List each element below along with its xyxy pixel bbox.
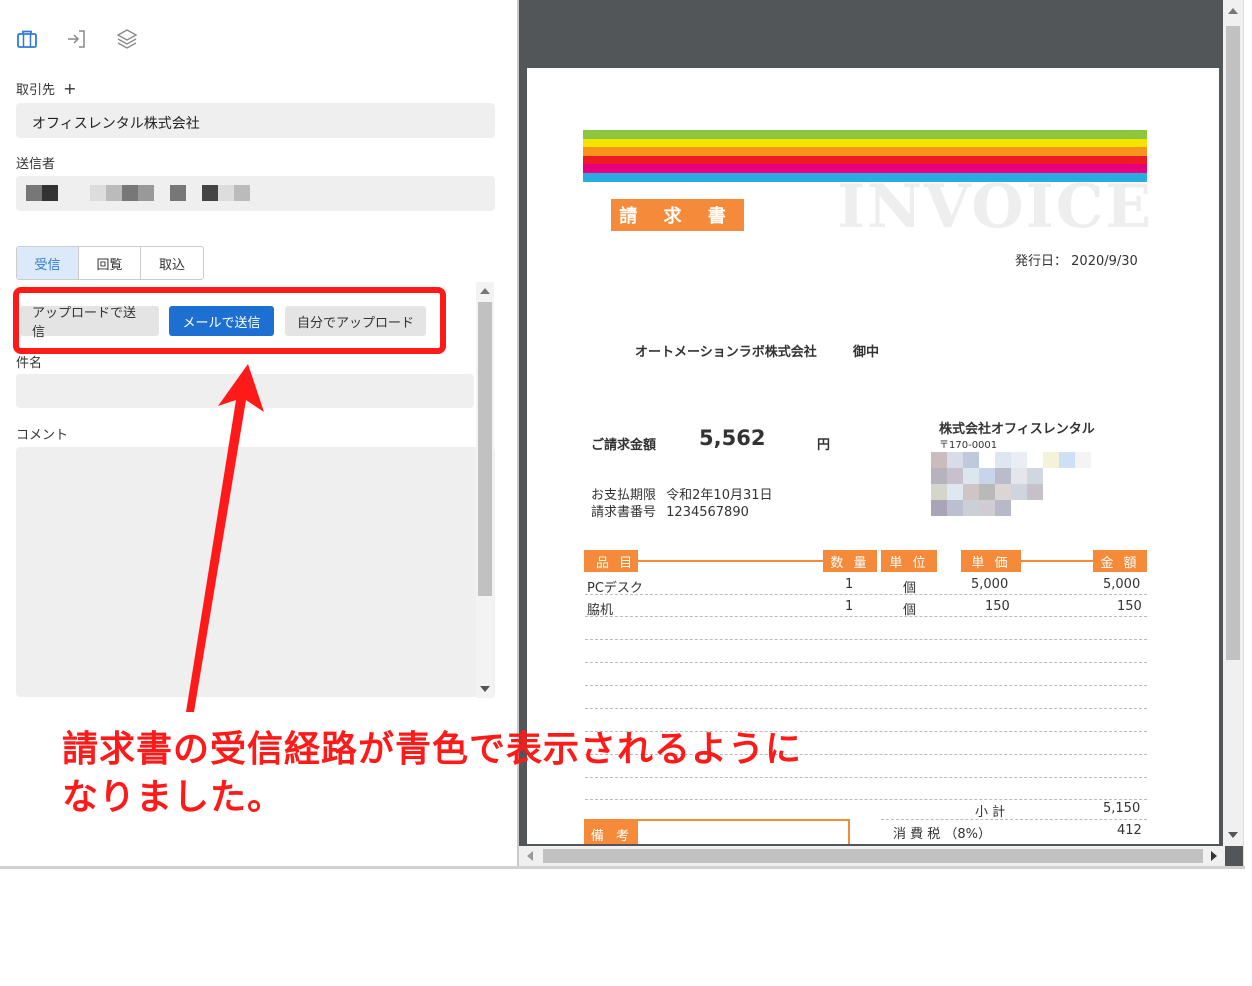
row2-price: 150 <box>985 599 1010 614</box>
invoice-title: 請 求 書 <box>611 199 744 231</box>
table-row-line <box>585 685 1147 686</box>
remarks-box: 備 考 <box>584 819 850 844</box>
header-line-2 <box>1021 560 1093 562</box>
tax-label: 消 費 税 （8%） <box>893 827 992 842</box>
row1-qty: 1 <box>845 577 854 592</box>
scroll-down-icon[interactable] <box>1228 832 1238 838</box>
header-line-1 <box>637 560 823 562</box>
table-row-line <box>585 594 1147 595</box>
issuer-name: 株式会社オフィスレンタル <box>939 422 1095 437</box>
scroll-up-icon[interactable] <box>1228 8 1238 14</box>
subtotal-value: 5,150 <box>1103 801 1141 816</box>
row2-amount: 150 <box>1117 599 1142 614</box>
scroll-left-icon[interactable] <box>527 851 533 861</box>
row1-amount: 5,000 <box>1103 577 1141 592</box>
col-item: 品 目 <box>584 550 638 572</box>
bottom-divider <box>0 866 1245 869</box>
col-unit: 単 位 <box>881 550 937 572</box>
number-label: 請求書番号 <box>591 505 657 520</box>
amount-value: 5,562 <box>699 426 766 450</box>
table-row-line <box>585 708 1147 709</box>
col-qty: 数 量 <box>823 550 877 572</box>
table-row-line <box>585 616 1147 617</box>
annotation-line-2: なりました。 <box>62 777 285 818</box>
issuer-zip: 〒170-0001 <box>939 440 998 451</box>
subtotal-label: 小 計 <box>975 805 1006 820</box>
issue-date-value: 2020/9/30 <box>1071 254 1138 269</box>
annotation-text: 請求書の受信経路が青色で表示されるように なりました。 <box>62 726 802 822</box>
recipient-suffix: 御中 <box>853 345 880 360</box>
amount-unit: 円 <box>817 438 831 453</box>
row1-price: 5,000 <box>971 577 1009 592</box>
amount-label: ご請求金額 <box>591 438 657 453</box>
col-amount: 金 額 <box>1093 550 1147 572</box>
remarks-label: 備 考 <box>586 821 638 844</box>
viewer-scrollbar-thumb[interactable] <box>1226 26 1240 660</box>
invoice-watermark: INVOICE <box>837 172 1154 242</box>
table-row-line <box>585 639 1147 640</box>
annotation-line-1: 請求書の受信経路が青色で表示されるように <box>62 729 803 770</box>
viewer-vertical-scrollbar[interactable] <box>1223 0 1243 846</box>
recipient-name: オートメーションラボ株式会社 <box>635 345 817 360</box>
viewer-horizontal-scrollbar[interactable] <box>519 846 1225 866</box>
number-value: 1234567890 <box>666 505 749 520</box>
invoice-number: 請求書番号 1234567890 <box>591 501 749 520</box>
annotation-arrow-icon <box>186 364 264 712</box>
row2-qty: 1 <box>845 599 854 614</box>
table-row-line <box>585 662 1147 663</box>
viewer-hscroll-thumb[interactable] <box>543 849 1203 863</box>
app-root: 取引先 + オフィスレンタル株式会社 送信者 受信 回覧 取込 アップロードで送… <box>0 0 1252 986</box>
issue-date-label: 発行日： <box>1015 254 1068 269</box>
issue-date: 発行日： 2020/9/30 <box>1015 250 1138 269</box>
subtotal-line <box>881 819 1147 820</box>
col-price: 単 価 <box>961 550 1021 572</box>
scroll-right-icon[interactable] <box>1211 851 1217 861</box>
tax-value: 412 <box>1117 823 1142 838</box>
right-edge-panel <box>1243 0 1252 866</box>
issuer-address-mosaic <box>931 452 1093 516</box>
